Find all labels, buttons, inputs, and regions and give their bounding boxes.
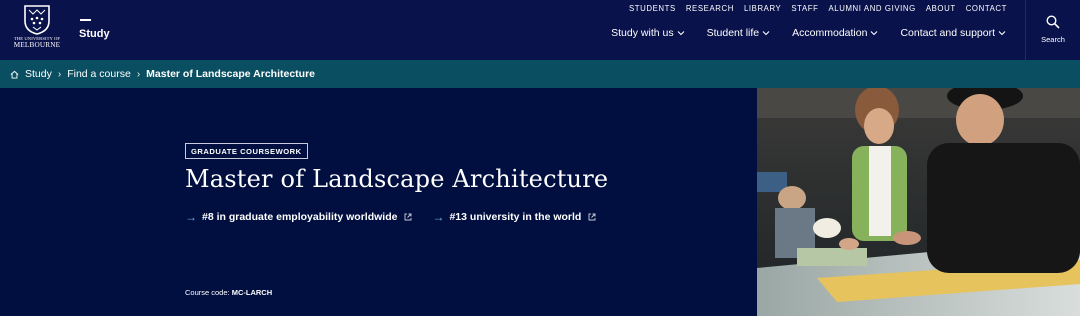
external-link-icon — [588, 213, 596, 221]
chevron-down-icon — [998, 31, 1006, 36]
arrow-right-icon: → — [185, 210, 197, 224]
utility-link-research[interactable]: RESEARCH — [686, 4, 734, 13]
students-photo-illustration — [757, 88, 1080, 316]
hero-photo — [757, 88, 1080, 316]
logo-wordmark: THE UNIVERSITY OF MELBOURNE — [12, 36, 62, 49]
ranking-label: #8 in graduate employability worldwide — [202, 211, 398, 223]
arrow-right-icon: → — [432, 210, 445, 224]
utility-link-alumni[interactable]: ALUMNI AND GIVING — [829, 4, 916, 13]
section-dash — [80, 19, 91, 21]
main-nav: Study with us Student life Accommodation… — [611, 27, 1006, 39]
breadcrumb-separator: › — [57, 68, 62, 80]
course-hero: GRADUATE COURSEWORK Master of Landscape … — [0, 88, 757, 316]
ranking-label: #13 university in the world — [449, 211, 582, 223]
ranking-employability-link[interactable]: → #8 in graduate employability worldwide — [185, 210, 412, 224]
chevron-down-icon — [871, 31, 878, 36]
nav-label: Contact and support — [900, 27, 995, 39]
nav-label: Study with us — [611, 27, 674, 39]
nav-accommodation[interactable]: Accommodation — [792, 27, 878, 39]
nav-student-life[interactable]: Student life — [707, 27, 771, 39]
course-code-label: Course code: — [185, 288, 230, 297]
utility-link-about[interactable]: ABOUT — [926, 4, 956, 13]
university-logo[interactable]: THE UNIVERSITY OF MELBOURNE — [12, 5, 62, 55]
search-icon — [1046, 15, 1060, 29]
ranking-university-link[interactable]: → #13 university in the world — [432, 210, 596, 224]
course-type-tag: GRADUATE COURSEWORK — [185, 143, 308, 159]
nav-label: Student life — [706, 27, 760, 39]
site-header: THE UNIVERSITY OF MELBOURNE Study STUDEN… — [0, 0, 1080, 60]
nav-contact-and-support[interactable]: Contact and support — [900, 27, 1006, 39]
utility-nav: STUDENTS RESEARCH LIBRARY STAFF ALUMNI A… — [629, 4, 1007, 13]
page-title: Master of Landscape Architecture — [185, 165, 609, 193]
breadcrumb-find-a-course[interactable]: Find a course — [67, 68, 131, 80]
breadcrumb-current: Master of Landscape Architecture — [146, 68, 315, 80]
utility-link-students[interactable]: STUDENTS — [629, 4, 676, 13]
rankings: → #8 in graduate employability worldwide… — [185, 210, 596, 224]
course-code: Course code: MC-LARCH — [185, 288, 272, 297]
nav-study-with-us[interactable]: Study with us — [611, 27, 684, 39]
search-label: Search — [1041, 35, 1065, 44]
breadcrumb: Study › Find a course › Master of Landsc… — [0, 60, 1080, 88]
breadcrumb-study[interactable]: Study — [25, 68, 52, 80]
chevron-down-icon — [762, 31, 770, 36]
utility-link-library[interactable]: LIBRARY — [744, 4, 781, 13]
section-title[interactable]: Study — [79, 28, 110, 40]
external-link-icon — [405, 213, 412, 221]
utility-link-contact[interactable]: CONTACT — [966, 4, 1007, 13]
utility-link-staff[interactable]: STAFF — [791, 4, 818, 13]
crest-icon — [24, 5, 50, 35]
logo-line-2: MELBOURNE — [13, 40, 61, 49]
breadcrumb-separator: › — [136, 68, 141, 80]
chevron-down-icon — [677, 31, 684, 36]
nav-label: Accommodation — [792, 27, 868, 39]
search-button[interactable]: Search — [1026, 0, 1080, 60]
home-icon[interactable] — [10, 70, 19, 79]
course-code-value: MC-LARCH — [231, 288, 273, 297]
